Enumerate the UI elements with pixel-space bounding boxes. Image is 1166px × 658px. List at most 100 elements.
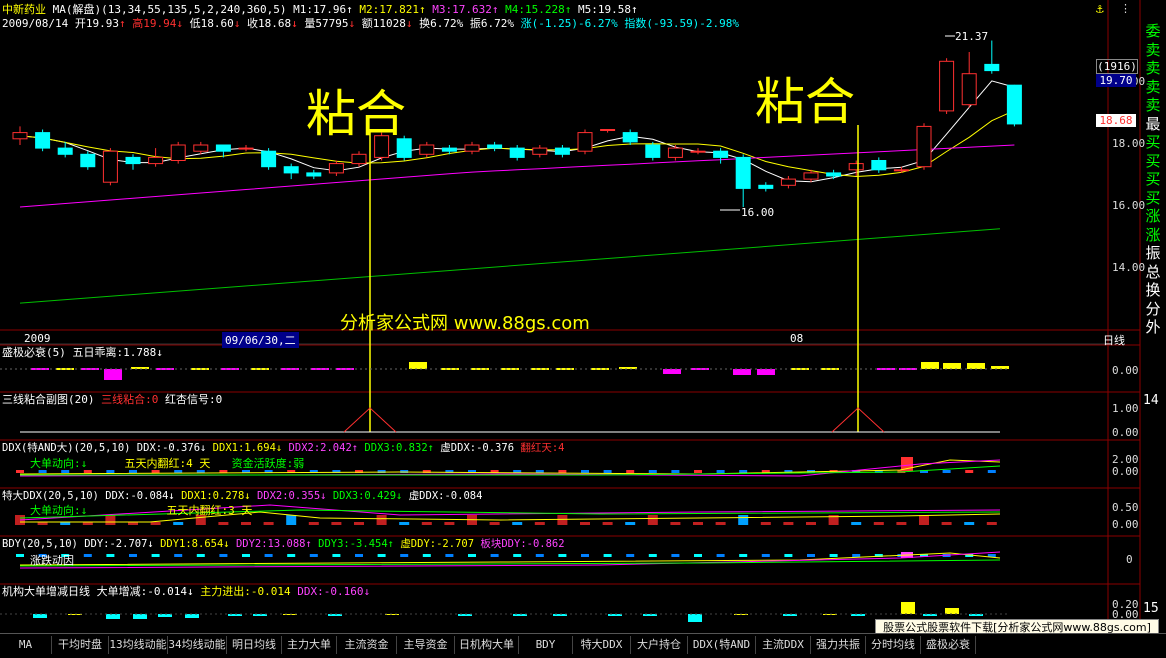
ddx-bar (942, 470, 951, 473)
tab-7[interactable]: 主导资金 (397, 636, 455, 654)
ddx-bar (739, 470, 748, 473)
side-label-2[interactable]: 卖 (1143, 59, 1163, 78)
panel-jg-v2: 主力进出:-0.014 (200, 585, 291, 598)
panel-jg-v3: DDX:-0.160↓ (297, 585, 371, 598)
ddx-bar (626, 470, 635, 473)
tab-12[interactable]: DDX(特AND大) (688, 636, 756, 654)
tddx-bar (602, 522, 613, 525)
side-label-1[interactable]: 卖 (1143, 41, 1163, 60)
tab-11[interactable]: 大户持仓 (631, 636, 688, 654)
candle-body (193, 144, 209, 152)
panel-bdy-xu: 虚DDY:-2.707 (400, 538, 475, 550)
side-label-9[interactable]: 买 (1143, 189, 1163, 208)
bdy-bar (716, 554, 725, 557)
bdy-bar (16, 554, 24, 557)
tddx-bar (150, 522, 161, 525)
side-label-4[interactable]: 卖 (1143, 96, 1163, 115)
tddx-bar (919, 515, 929, 525)
tddx-bar (873, 522, 884, 525)
side-label-12[interactable]: 振 (1143, 244, 1163, 263)
panel-sjbs-header: 盛极必衰(5) 五日乖离:1.788↓ (2, 346, 163, 360)
side-label-5[interactable]: 最 (1143, 115, 1163, 134)
bdy-bar (242, 554, 250, 557)
stock-name[interactable]: 中新药业 (2, 3, 46, 16)
panel-sxnh-side-tick: 14 (1143, 393, 1159, 408)
side-label-7[interactable]: 买 (1143, 152, 1163, 171)
amplitude-value: 振6.72% (469, 17, 514, 30)
candle-body (57, 147, 73, 155)
side-label-0[interactable]: 委 (1143, 22, 1163, 41)
anchor-icon[interactable]: ⚓ (1096, 2, 1104, 17)
bdy-bar (151, 554, 160, 557)
side-label-16[interactable]: 外 (1143, 318, 1163, 337)
tab-5[interactable]: 主力大单 (282, 636, 337, 654)
panel-bdy-ddy3: DDY3:-3.454↑ (318, 538, 394, 550)
candle-body (735, 156, 751, 189)
tddx-bar (308, 522, 319, 525)
tab-14[interactable]: 强力共振 (811, 636, 866, 654)
panel-tddx-line2: 大单动向:↓ 五天内翻红:3 天 (30, 504, 252, 518)
tab-10[interactable]: 特大DDX (573, 636, 631, 654)
ddx-bar (16, 470, 24, 473)
jg-bar (945, 608, 959, 614)
panel-ddx-ddx1: DDX1:1.694↓ (212, 442, 283, 454)
tab-8[interactable]: 日机构大单 (455, 636, 519, 654)
date-value: 2009/08/14 (2, 17, 69, 30)
panel-ddx-ddx3: DDX3:0.832↑ (364, 442, 434, 454)
tab-16[interactable]: 盛极必衰 (921, 636, 976, 654)
low-label: 16.00 (741, 206, 775, 219)
tddx-bar (173, 522, 184, 525)
side-label-14[interactable]: 换 (1143, 281, 1163, 300)
tab-3[interactable]: 34均线动能 (168, 636, 227, 654)
side-label-15[interactable]: 分 (1143, 300, 1163, 319)
side-label-3[interactable]: 卖 (1143, 78, 1163, 97)
tab-13[interactable]: 主流DDX (756, 636, 811, 654)
tab-9[interactable]: BDY (519, 636, 573, 654)
candle-body (871, 160, 887, 171)
sjbs-bar (733, 369, 751, 375)
candle-body (667, 147, 683, 158)
tddx-bar (534, 522, 545, 525)
ma-green-line (19, 228, 1001, 304)
tab-4[interactable]: 明日均线 (227, 636, 282, 654)
ddx-bar (558, 470, 567, 473)
ma-white-line (19, 80, 1015, 183)
panel-ddx-tick-0: 0.00 (1112, 465, 1139, 478)
menu-dots-icon[interactable]: ⋮ (1120, 2, 1131, 15)
side-label-13[interactable]: 总 (1143, 263, 1163, 282)
candle-body (532, 147, 548, 155)
panel-sxnh-header: 三线粘合副图(20) 三线粘合:0 红杏信号:0 (2, 393, 222, 407)
bdy-bar (264, 554, 273, 557)
panel-sjbs-title[interactable]: 盛极必衰(5) (2, 346, 66, 359)
volume-value: 量57795 (304, 17, 349, 30)
bdy-bar (332, 554, 341, 557)
candle-body (238, 147, 254, 150)
panel-sxnh-title[interactable]: 三线粘合副图(20) (2, 393, 95, 406)
bdy-bar (377, 554, 386, 557)
panel-tddx-title[interactable]: 特大DDX(20,5,10) (2, 490, 99, 502)
side-label-11[interactable]: 涨 (1143, 226, 1163, 245)
tab-6[interactable]: 主流资金 (337, 636, 397, 654)
tab-15[interactable]: 分时均线 (866, 636, 921, 654)
panel-bdy-title[interactable]: BDY(20,5,10) (2, 538, 78, 550)
ddx-bar (965, 470, 974, 473)
candle-body (148, 156, 164, 165)
ddx-bar (671, 470, 680, 473)
tddx-bar (421, 522, 432, 525)
candle-body (351, 153, 367, 165)
tab-0[interactable]: MA (0, 636, 52, 654)
period-label[interactable]: 日线 (1103, 332, 1125, 348)
tddx-bar (783, 522, 794, 525)
panel-jg-title[interactable]: 机构大单增减日线 (2, 585, 90, 598)
header-row-1: 中新药业 MA(解盘)(13,34,55,135,5,2,240,360,5) … (2, 3, 638, 16)
panel-ddx-title[interactable]: DDX(特AND大)(20,5,10) (2, 442, 130, 454)
panel-tddx-tick-05: 0.50 (1112, 501, 1139, 514)
side-label-10[interactable]: 涨 (1143, 207, 1163, 226)
tab-2[interactable]: 13均线动能 (109, 636, 168, 654)
panel-tddx-ddx: DDX:-0.084↓ (105, 490, 175, 502)
tab-1[interactable]: 干均时盘 (52, 636, 109, 654)
candle-body (102, 150, 118, 183)
side-quote-column: 委卖卖卖卖最买买买买涨涨振总换分外 (1143, 22, 1163, 337)
side-label-6[interactable]: 买 (1143, 133, 1163, 152)
side-label-8[interactable]: 买 (1143, 170, 1163, 189)
